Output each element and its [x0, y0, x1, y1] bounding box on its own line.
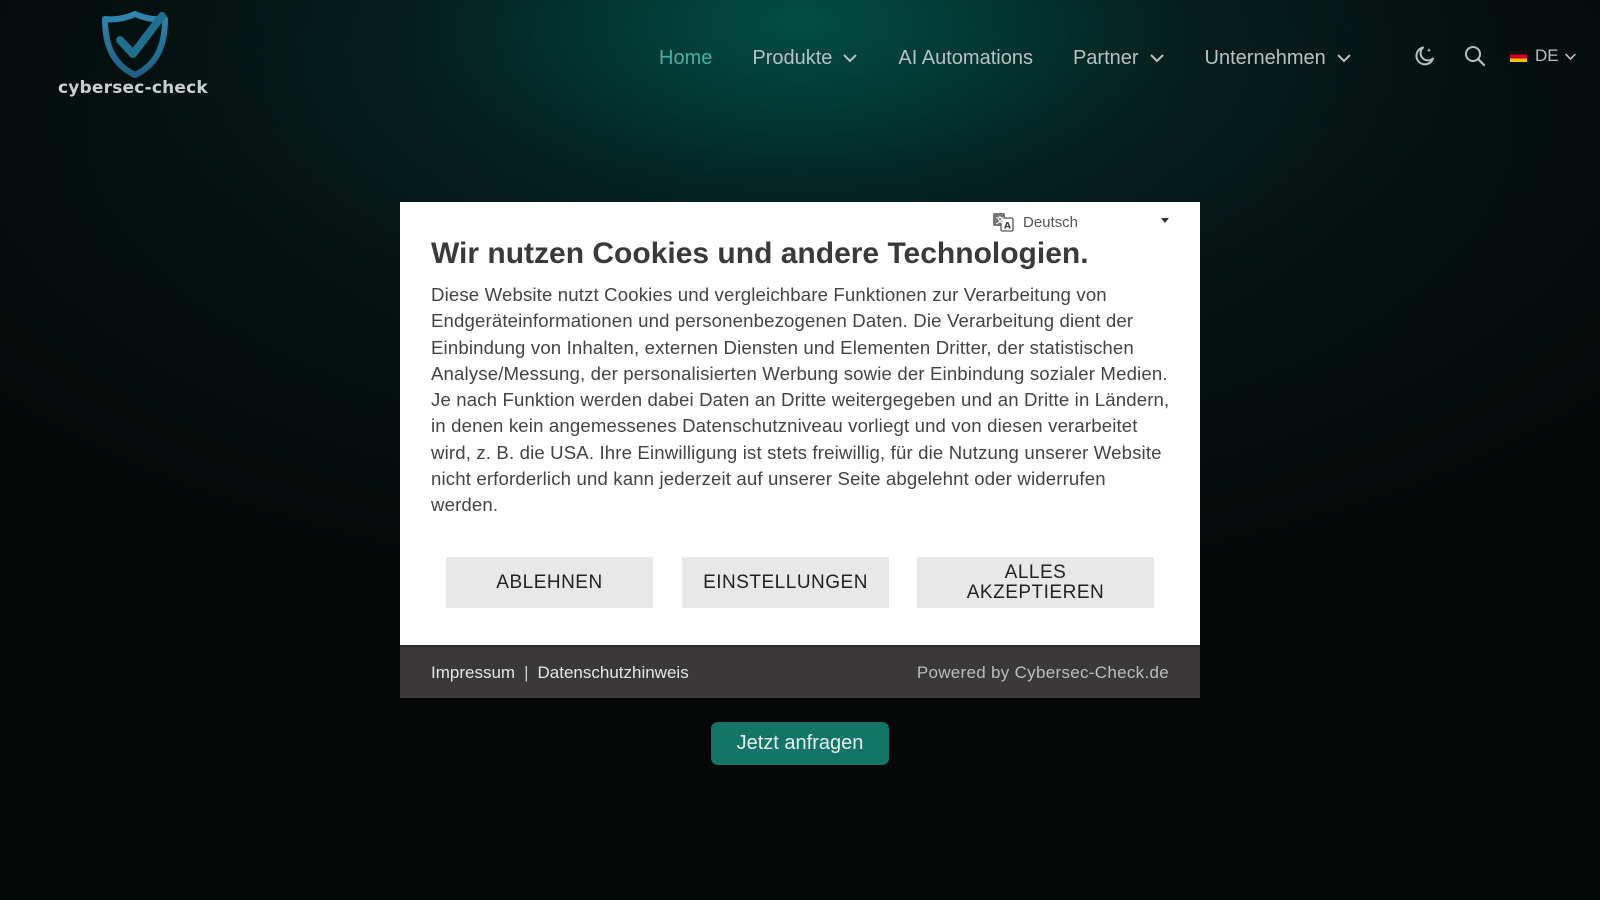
main-nav: Home Produkte AI Automations Partner Unt… — [659, 40, 1392, 76]
chevron-down-icon — [1149, 54, 1164, 63]
footer-separator: | — [524, 662, 529, 682]
nav-item-home[interactable]: Home — [659, 47, 712, 70]
de-flag-icon — [1510, 50, 1527, 62]
site-header: cybersec-check Home Produkte AI Automati… — [0, 0, 1600, 110]
cookie-dialog-title: Wir nutzen Cookies und andere Technologi… — [431, 237, 1089, 270]
logo[interactable]: cybersec-check — [58, 10, 208, 102]
cookie-dialog-text: Diese Website nutzt Cookies und vergleic… — [431, 284, 1170, 516]
cookie-consent-dialog: 文 A Deutsch Wir nutzen Cookies und ander… — [400, 202, 1200, 698]
nav-item-label: Unternehmen — [1204, 46, 1326, 69]
search-icon[interactable] — [1463, 44, 1487, 68]
caret-down-icon — [1161, 218, 1169, 223]
cookie-dialog-body: 文 A Deutsch Wir nutzen Cookies und ander… — [400, 202, 1200, 645]
nav-item-label: AI Automations — [898, 46, 1033, 69]
moon-icon[interactable] — [1413, 44, 1437, 68]
language-select[interactable]: 文 A Deutsch — [992, 208, 1177, 236]
language-switcher[interactable]: DE — [1510, 46, 1577, 66]
cookie-dialog-footer: Impressum | Datenschutzhinweis Powered b… — [400, 645, 1200, 698]
nav-item-produkte[interactable]: Produkte — [752, 47, 858, 70]
privacy-link[interactable]: Datenschutzhinweis — [538, 663, 689, 683]
chevron-down-icon — [843, 54, 858, 63]
nav-item-label: Produkte — [752, 46, 833, 69]
accept-all-button[interactable]: ALLES AKZEPTIEREN — [917, 557, 1154, 608]
imprint-link[interactable]: Impressum — [431, 663, 515, 683]
settings-button[interactable]: EINSTELLUNGEN — [682, 557, 889, 608]
chevron-down-icon — [1337, 54, 1351, 63]
nav-item-label: Home — [659, 46, 713, 69]
logo-text: cybersec-check — [58, 78, 208, 98]
nav-item-partner[interactable]: Partner — [1073, 47, 1165, 70]
nav-item-ai-automations[interactable]: AI Automations — [898, 47, 1033, 70]
svg-text:A: A — [1004, 222, 1011, 232]
nav-item-unternehmen[interactable]: Unternehmen — [1205, 47, 1352, 70]
translate-icon: 文 A — [993, 213, 1014, 232]
language-select-value: Deutsch — [1023, 213, 1079, 231]
powered-by-text: Powered by Cybersec-Check.de — [916, 662, 1169, 682]
nav-item-label: Partner — [1072, 46, 1139, 69]
language-label: DE — [1535, 46, 1559, 65]
request-button[interactable]: Jetzt anfragen — [711, 722, 889, 765]
chevron-down-icon — [1564, 52, 1576, 60]
reject-button[interactable]: ABLEHNEN — [446, 557, 653, 608]
shield-check-icon — [102, 11, 168, 78]
